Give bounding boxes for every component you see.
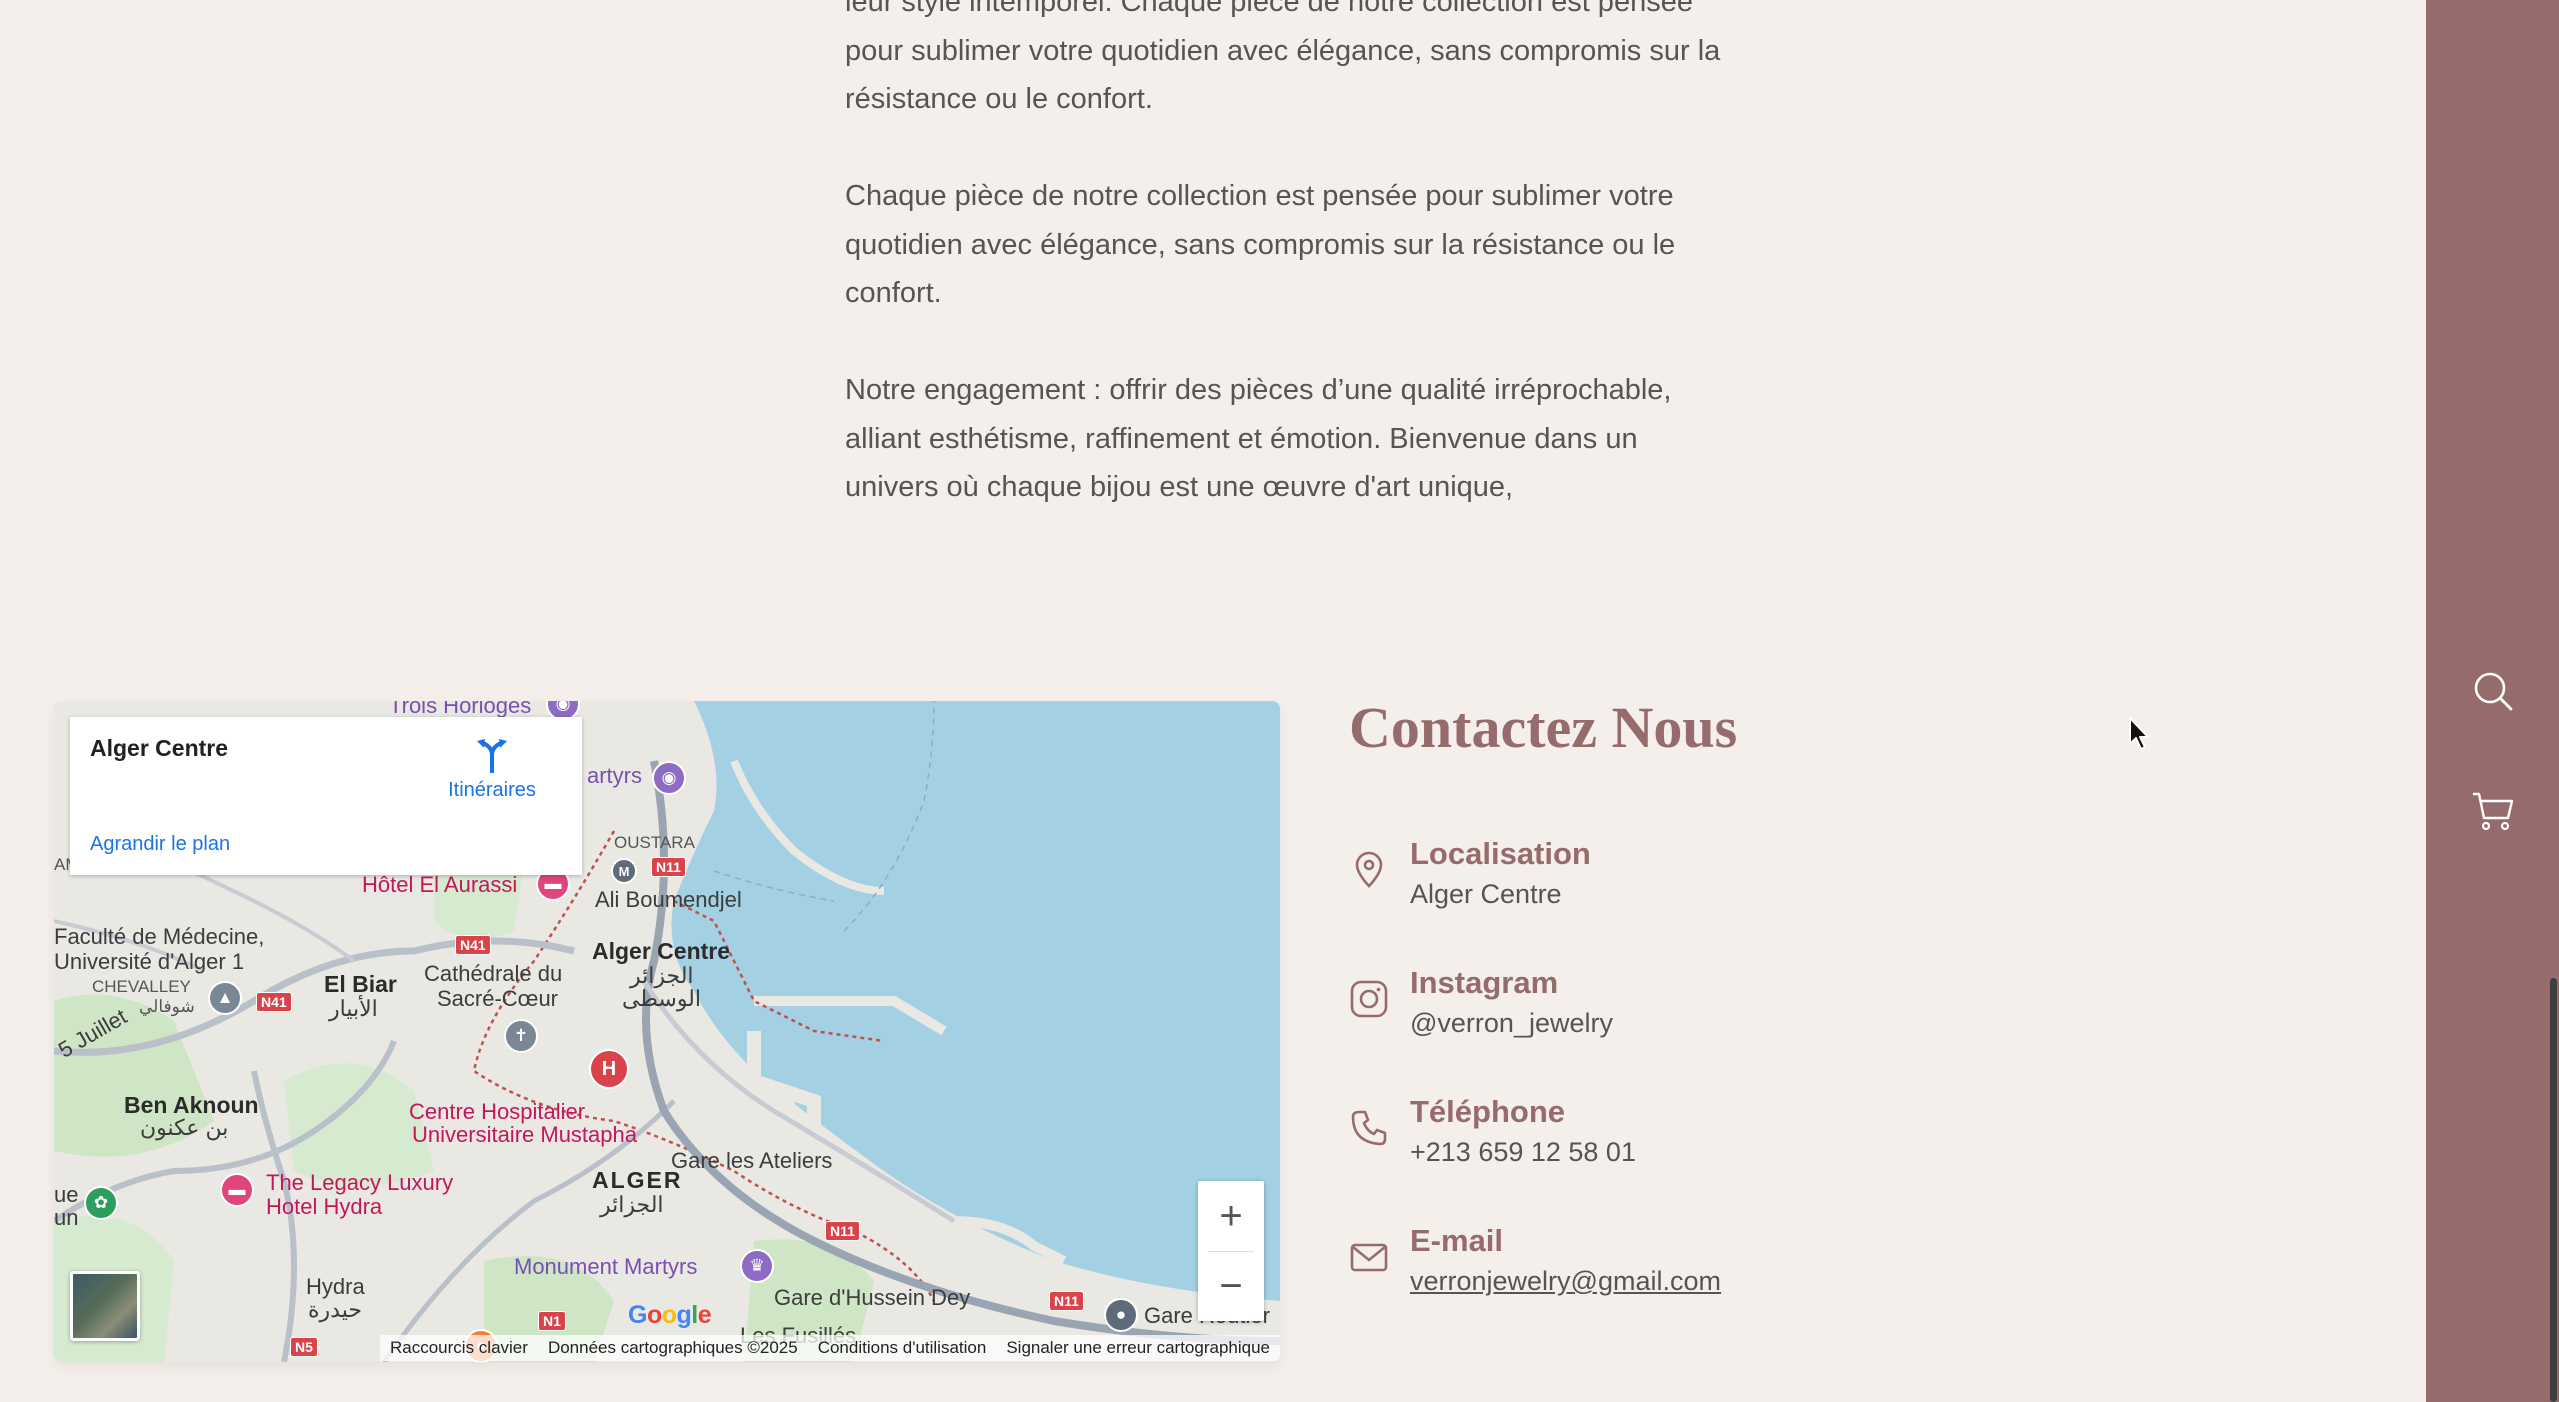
scrollbar-thumb[interactable] (2550, 978, 2557, 1402)
contact-label: E-mail (1410, 1223, 1504, 1258)
map-label: Centre Hospitalier (409, 1099, 586, 1124)
keyboard-shortcuts-link[interactable]: Raccourcis clavier (380, 1335, 538, 1361)
contact-item-location: Localisation Alger Centre (1349, 836, 1849, 926)
contact-value: Alger Centre (1410, 879, 1562, 909)
road-badge: N1 (538, 1311, 566, 1331)
search-button[interactable] (2470, 668, 2516, 714)
road-badge: N41 (455, 935, 491, 955)
map-label: CHEVALLEY (92, 977, 191, 996)
about-paragraph: leur style intemporel. Chaque pièce de n… (845, 0, 1721, 115)
google-logo-letter: e (697, 1301, 712, 1329)
hospital-pin-icon[interactable]: H (589, 1049, 629, 1089)
map-label: El Biar (324, 971, 397, 997)
map-label: Ali Boumendjel (595, 887, 742, 912)
google-logo-letter: G (628, 1301, 647, 1329)
contact-label: Localisation (1410, 836, 1591, 871)
google-logo-letter: o (646, 1301, 662, 1329)
road-badge: N11 (1049, 1291, 1084, 1311)
metro-pin-icon[interactable]: M (611, 858, 637, 884)
enlarge-map-link[interactable]: Agrandir le plan (90, 833, 230, 856)
map-label: Hôtel El Aurassi (362, 872, 518, 897)
email-link[interactable]: verronjewelry@gmail.com (1410, 1266, 1721, 1297)
scrollbar[interactable] (2547, 0, 2559, 1402)
map-label: Faculté de Médecine, (54, 924, 265, 949)
instagram-icon (1350, 980, 1388, 1018)
mouse-cursor-icon (2129, 717, 2149, 750)
road-badge: N11 (825, 1221, 860, 1241)
contact-item-phone: Téléphone +213 659 12 58 01 (1349, 1094, 1849, 1184)
map-label: Cathédrale du (424, 961, 563, 986)
university-pin-icon[interactable]: ▲ (208, 981, 242, 1015)
map-label: Alger Centre (592, 938, 731, 964)
directions-button[interactable]: Itinéraires (432, 737, 552, 802)
directions-label: Itinéraires (448, 779, 536, 801)
contact-label: Téléphone (1410, 1094, 1566, 1129)
map-label: الوسطى (622, 986, 701, 1011)
map-label: بن عكنون (140, 1115, 229, 1140)
map-label: الجزائر (600, 1192, 664, 1217)
satellite-layer-toggle[interactable] (70, 1271, 140, 1341)
phone-icon (1351, 1110, 1387, 1146)
map-label: Monument Martyrs (514, 1254, 698, 1279)
report-error-link[interactable]: Signaler une erreur cartographique (996, 1335, 1280, 1361)
zoom-in-button[interactable]: + (1198, 1181, 1264, 1251)
google-logo: Google (628, 1301, 712, 1330)
contact-value[interactable]: @verron_jewelry (1410, 1008, 1613, 1039)
map-label: Trois Horloges (389, 701, 532, 718)
location-pin-icon (1355, 851, 1383, 888)
road-badge: N41 (256, 992, 292, 1012)
map-data-text: Données cartographiques ©2025 (537, 1335, 808, 1361)
mail-icon (1350, 1243, 1388, 1272)
camera-pin-icon[interactable]: ◉ (652, 761, 686, 795)
contact-value[interactable]: +213 659 12 58 01 (1410, 1137, 1636, 1168)
map-label: OUSTARA (614, 833, 695, 852)
contact-item-email: E-mail verronjewelry@gmail.com (1349, 1223, 1849, 1313)
map-label: un (54, 1205, 79, 1230)
map-label: Sacré-Cœur (437, 986, 559, 1011)
contact-label: Instagram (1410, 965, 1559, 1000)
map-attribution-bar: Raccourcis clavier Données cartographiqu… (54, 1334, 1280, 1362)
directions-icon (477, 739, 507, 773)
map-label: The Legacy Luxury (266, 1170, 454, 1195)
map-label: الجزائر (630, 963, 694, 988)
map-label: Universitaire Mustapha (412, 1122, 637, 1147)
terms-link[interactable]: Conditions d'utilisation (807, 1335, 997, 1361)
map-label: Gare d'Hussein Dey (774, 1285, 971, 1310)
map-label: ALGER (592, 1167, 683, 1193)
map-label: الأبيار (329, 996, 378, 1021)
place-info-card: Alger Centre Itinéraires Agrandir le pla… (70, 717, 582, 875)
google-logo-letter: g (676, 1301, 692, 1329)
place-title: Alger Centre (90, 735, 229, 761)
map-label: artyrs (587, 763, 642, 788)
road-badge: N11 (651, 857, 686, 877)
zoom-controls: + − (1198, 1181, 1264, 1321)
google-logo-letter: o (661, 1301, 677, 1329)
contact-item-instagram: Instagram @verron_jewelry (1349, 965, 1849, 1055)
map-label: شوفالي (139, 997, 195, 1016)
map-label: ue (54, 1182, 79, 1207)
park-pin-icon[interactable]: ✿ (84, 1186, 118, 1220)
hotel-pin-icon[interactable]: ▬ (220, 1173, 254, 1207)
google-map[interactable]: Trois Horloges artyrs OUSTARA Hôtel El A… (54, 701, 1280, 1362)
map-label: Hotel Hydra (266, 1194, 383, 1219)
map-label: Gare les Ateliers (671, 1148, 833, 1173)
contact-title: Contactez Nous (1349, 695, 1738, 760)
monument-pin-icon[interactable]: ♛ (740, 1249, 774, 1283)
cart-icon (2473, 792, 2514, 831)
search-icon (2474, 672, 2513, 711)
right-sidebar (2426, 0, 2559, 1402)
map-label: Université d'Alger 1 (54, 949, 245, 974)
cart-button[interactable] (2470, 788, 2516, 834)
about-section: leur style intemporel. Chaque pièce de n… (845, 0, 1725, 560)
bus-station-pin-icon[interactable]: ● (1104, 1298, 1138, 1332)
church-pin-icon[interactable]: ✝ (504, 1019, 538, 1053)
about-paragraph: Chaque pièce de notre collection est pen… (845, 180, 1676, 309)
map-label: حيدرة (308, 1297, 362, 1322)
zoom-out-button[interactable]: − (1198, 1251, 1264, 1321)
map-label: Hydra (306, 1274, 365, 1299)
about-paragraph: Notre engagement : offrir des pièces d’u… (845, 374, 1672, 503)
